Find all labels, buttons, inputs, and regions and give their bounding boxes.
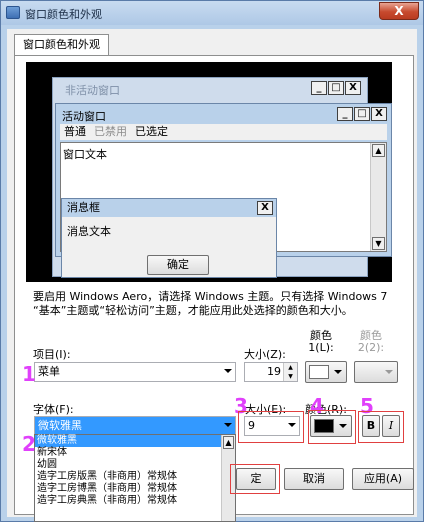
chevron-down-icon	[224, 423, 232, 427]
list-item[interactable]: 造字工房博黑（非商用）常规体	[35, 483, 235, 495]
spin-up-icon[interactable]: ▲	[284, 363, 297, 372]
tab-window-color[interactable]: 窗口颜色和外观	[14, 34, 109, 56]
menu-disabled: 已禁用	[94, 125, 127, 138]
annotation-mark-1: 1	[22, 362, 36, 386]
color2-label: 颜色 2(2):	[357, 329, 385, 354]
menu-normal: 普通	[64, 125, 86, 138]
inactive-caption-buttons: _ □ X	[310, 81, 361, 95]
message-text: 消息文本	[67, 225, 111, 238]
minimize-icon: _	[311, 81, 327, 95]
scroll-up-icon: ▲	[372, 144, 385, 157]
item-select-value: 菜单	[38, 365, 60, 378]
apply-button[interactable]: 应用(A)	[352, 468, 414, 490]
font-select[interactable]: 微软雅黑	[34, 416, 236, 436]
color2-button	[354, 361, 398, 383]
color1-button[interactable]	[305, 361, 347, 383]
window-icon	[6, 6, 20, 19]
maximize-icon: □	[328, 81, 344, 95]
close-icon: X	[257, 201, 273, 215]
inactive-window-title: 非活动窗口	[65, 84, 120, 97]
list-item[interactable]: 幼圆	[35, 459, 235, 471]
close-icon: X	[371, 107, 387, 121]
size-value: 19	[267, 365, 281, 378]
chevron-down-icon	[334, 370, 342, 374]
scroll-up-icon[interactable]: ▲	[223, 436, 234, 449]
menu-selected: 已选定	[135, 125, 168, 138]
window-text: 窗口文本	[63, 148, 107, 161]
chevron-down-icon	[385, 370, 393, 374]
item-label: 项目(I):	[33, 348, 71, 361]
highlight-ok-button	[230, 464, 280, 494]
scroll-down-icon: ▼	[372, 237, 385, 250]
close-button[interactable]: X	[379, 2, 419, 20]
list-item[interactable]: 造字工房版黑（非商用）常规体	[35, 471, 235, 483]
preview-menubar: 普通 已禁用 已选定	[60, 124, 387, 140]
aero-note: 要启用 Windows Aero，请选择 Windows 主题。只有选择 Win…	[33, 290, 388, 317]
annotation-mark-2: 2	[22, 432, 36, 456]
color1-label: 颜色 1(L):	[308, 329, 334, 354]
cancel-button[interactable]: 取消	[284, 468, 344, 490]
chevron-down-icon	[224, 369, 232, 373]
window-title: 窗口颜色和外观	[25, 8, 102, 21]
list-item[interactable]: 微软雅黑	[35, 435, 235, 447]
size-spin-buttons[interactable]: ▲ ▼	[283, 363, 297, 381]
item-select[interactable]: 菜单	[34, 362, 236, 382]
font-dropdown-list[interactable]: 微软雅黑 新宋体 幼圆 造字工房版黑（非商用）常规体 造字工房博黑（非商用）常规…	[34, 434, 236, 522]
size-stepper[interactable]: 19 ▲ ▼	[244, 362, 298, 382]
title-bar[interactable]: 窗口颜色和外观 X	[1, 1, 423, 25]
size-label: 大小(Z):	[244, 348, 286, 361]
color1-swatch	[309, 365, 329, 379]
maximize-icon: □	[354, 107, 370, 121]
font-select-value: 微软雅黑	[38, 419, 82, 432]
preview-ok-button: 确定	[147, 255, 209, 275]
close-icon: X	[345, 81, 361, 95]
message-box-title: 消息框	[62, 199, 276, 217]
highlight-font-size	[238, 411, 304, 443]
highlight-format-buttons	[358, 411, 404, 443]
list-item[interactable]: 新宋体	[35, 447, 235, 459]
highlight-font-color	[308, 410, 356, 444]
minimize-icon: _	[337, 107, 353, 121]
preview-message-box: 消息框 X 消息文本 确定	[61, 198, 277, 278]
spin-down-icon[interactable]: ▼	[284, 372, 297, 381]
active-window-title: 活动窗口	[62, 110, 106, 123]
preview-scrollbar: ▲ ▼	[370, 143, 386, 251]
font-label: 字体(F):	[33, 403, 74, 416]
list-item[interactable]: 造字工房典黑（非商用）常规体	[35, 495, 235, 507]
active-caption-buttons: _ □ X	[336, 107, 387, 121]
